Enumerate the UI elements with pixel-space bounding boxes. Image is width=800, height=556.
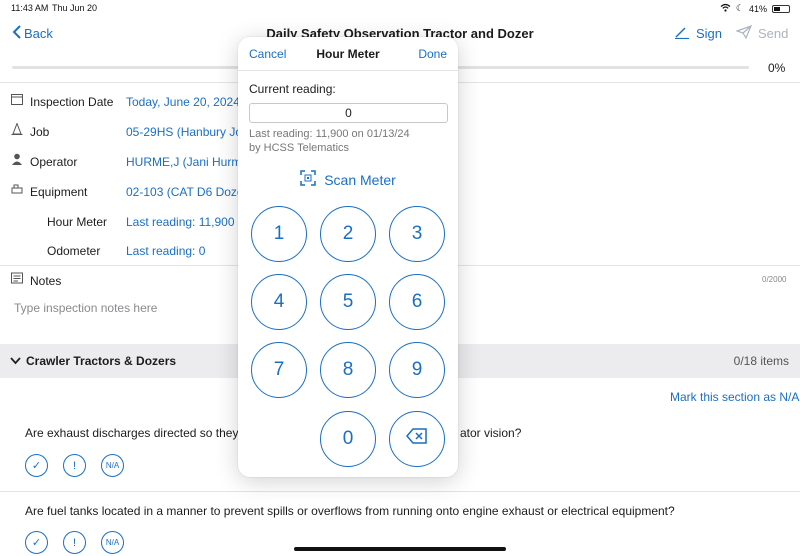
battery-percent: 41% [748, 3, 767, 14]
notes-input[interactable]: Type inspection notes here [14, 301, 157, 315]
traffic-cone-icon [10, 122, 24, 137]
pen-icon [674, 25, 690, 42]
done-button[interactable]: Done [418, 47, 447, 61]
operator-value[interactable]: HURME,J (Jani Hurme [126, 155, 248, 169]
wifi-icon [720, 3, 731, 14]
odometer-value[interactable]: Last reading: 0 [126, 244, 205, 258]
notes-character-count: 0/2000 [762, 275, 787, 284]
question-text-continued: ator vision? [460, 426, 522, 440]
equipment-icon [10, 183, 24, 197]
job-label: Job [30, 125, 50, 139]
paper-plane-icon [735, 24, 753, 42]
inspection-date-label: Inspection Date [30, 95, 114, 109]
status-bar: 11:43 AM Thu Jun 20 ☾ 41% [0, 0, 800, 16]
keypad-6[interactable]: 6 [389, 274, 445, 330]
scan-icon [300, 170, 316, 189]
notes-label: Notes [30, 274, 62, 288]
keypad-8[interactable]: 8 [320, 342, 376, 398]
inspection-date-value[interactable]: Today, June 20, 2024 [126, 95, 240, 109]
keypad-2[interactable]: 2 [320, 206, 376, 262]
hour-meter-label: Hour Meter [47, 215, 108, 229]
question-text: Are fuel tanks located in a manner to pr… [25, 504, 675, 518]
equipment-value[interactable]: 02-103 (CAT D6 Doze [126, 185, 244, 199]
hour-meter-value[interactable]: Last reading: 11,900 [126, 215, 235, 229]
na-label: N/A [105, 461, 120, 470]
send-label: Send [758, 26, 789, 41]
exclamation-icon: ! [72, 459, 77, 472]
answer-issue-button[interactable]: ! [63, 531, 86, 554]
popover-header: Cancel Hour Meter Done [238, 37, 458, 71]
moon-icon: ☾ [735, 3, 744, 13]
answer-ok-button[interactable]: ✓ [25, 454, 48, 477]
battery-icon [772, 4, 790, 13]
checkmark-icon: ✓ [31, 460, 42, 472]
job-value[interactable]: 05-29HS (Hanbury Jo [126, 125, 242, 139]
last-reading-info: Last reading: 11,900 on 01/13/24 by HCSS… [249, 127, 449, 155]
section-title: Crawler Tractors & Dozers [26, 354, 177, 368]
answer-ok-button[interactable]: ✓ [25, 531, 48, 554]
calendar-icon [10, 93, 24, 107]
mark-section-na-link[interactable]: Mark this section as N/A [670, 390, 799, 404]
status-indicators: ☾ 41% [720, 3, 790, 14]
keypad-0[interactable]: 0 [320, 411, 376, 467]
last-reading-source: by HCSS Telematics [249, 142, 350, 154]
backspace-icon [406, 428, 428, 450]
divider [0, 491, 800, 492]
scan-meter-label: Scan Meter [324, 171, 396, 188]
answer-na-button[interactable]: N/A [101, 454, 124, 477]
answer-na-button[interactable]: N/A [101, 531, 124, 554]
keypad-5[interactable]: 5 [320, 274, 376, 330]
answer-issue-button[interactable]: ! [63, 454, 86, 477]
keypad-7[interactable]: 7 [251, 342, 307, 398]
keypad-3[interactable]: 3 [389, 206, 445, 262]
odometer-label: Odometer [47, 244, 101, 258]
current-reading-label: Current reading: [249, 82, 336, 96]
sign-label: Sign [696, 26, 723, 41]
keypad-4[interactable]: 4 [251, 274, 307, 330]
question-text: Are exhaust discharges directed so they [25, 426, 239, 440]
checkmark-icon: ✓ [31, 537, 42, 549]
operator-label: Operator [30, 155, 78, 169]
backspace-button[interactable] [389, 411, 445, 467]
notes-icon [10, 272, 24, 286]
chevron-down-icon[interactable] [10, 354, 21, 368]
last-reading-line: Last reading: 11,900 on 01/13/24 [249, 128, 410, 140]
section-item-count: 0/18 items [733, 354, 789, 368]
send-button[interactable]: Send [735, 24, 789, 42]
sign-button[interactable]: Sign [674, 25, 722, 42]
hour-meter-popover: Cancel Hour Meter Done Current reading: … [238, 37, 458, 477]
equipment-label: Equipment [30, 185, 88, 199]
status-time: 11:43 AM [11, 3, 49, 13]
keypad-1[interactable]: 1 [251, 206, 307, 262]
na-label: N/A [105, 538, 120, 547]
progress-percent: 0% [768, 61, 786, 75]
home-indicator [294, 547, 506, 551]
person-icon [10, 153, 24, 167]
keypad-9[interactable]: 9 [389, 342, 445, 398]
exclamation-icon: ! [72, 536, 77, 549]
scan-meter-button[interactable]: Scan Meter [238, 170, 458, 189]
current-reading-input[interactable] [249, 103, 448, 123]
status-date: Thu Jun 20 [52, 3, 98, 13]
